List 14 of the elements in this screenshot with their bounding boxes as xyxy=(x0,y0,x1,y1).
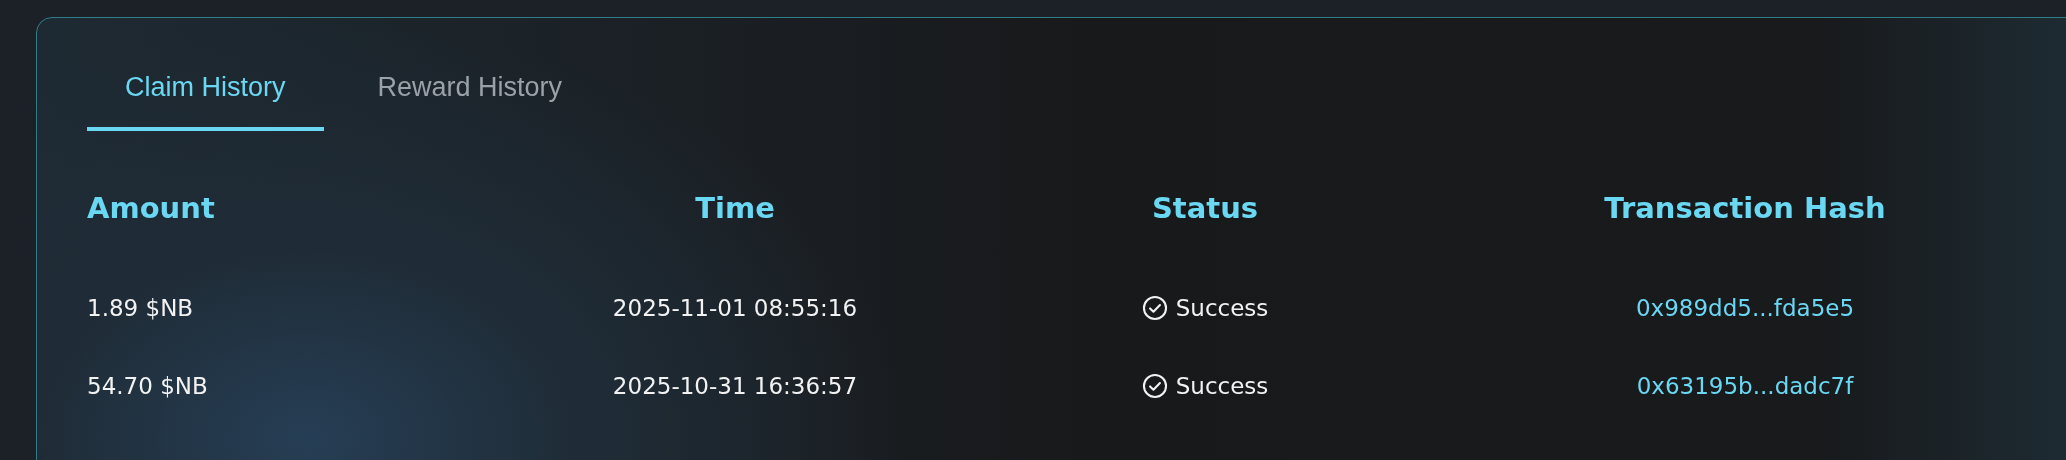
status-text: Success xyxy=(1175,373,1269,399)
column-header: Time xyxy=(694,191,776,225)
time-cell: 2025-11-01 08:55:16 xyxy=(612,295,858,321)
amount-cell: 54.70 $NB xyxy=(87,373,208,399)
amount-cell: 1.89 $NB xyxy=(87,295,194,321)
column-header: Status xyxy=(1150,191,1260,225)
time-cell: 2025-10-31 16:36:57 xyxy=(612,373,858,399)
tab[interactable]: Claim History xyxy=(87,62,324,131)
column-header: Transaction Hash xyxy=(1603,191,1887,225)
tab[interactable]: Reward History xyxy=(339,62,601,131)
transaction-hash-link[interactable]: 0x63195b...dadc7f xyxy=(1636,373,1854,399)
column-header: Amount xyxy=(87,191,215,225)
transaction-hash-link[interactable]: 0x989dd5...fda5e5 xyxy=(1635,295,1855,321)
status-text: Success xyxy=(1175,295,1269,321)
